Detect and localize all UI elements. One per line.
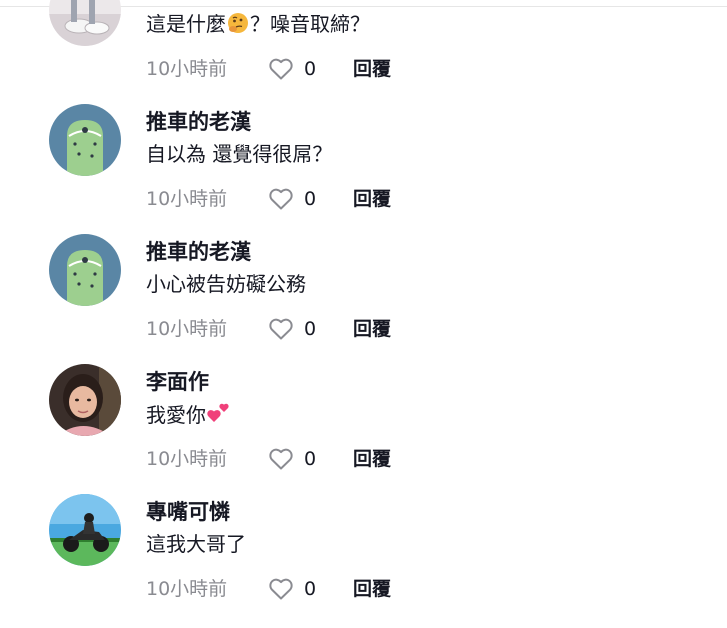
like-count: 0 xyxy=(304,58,317,80)
like-count: 0 xyxy=(304,448,317,470)
shoes-photo-avatar xyxy=(49,0,121,46)
comment-meta: 10小時前 0 回覆 xyxy=(146,186,446,212)
comment-username[interactable]: 專嘴可憐 xyxy=(146,498,230,526)
like-count: 0 xyxy=(304,578,317,600)
reply-button[interactable]: 回覆 xyxy=(353,446,391,472)
comment-item: 這是什麼 ？噪音取締？ 10小時前 0 回覆 xyxy=(0,0,727,108)
like-button[interactable]: 0 xyxy=(268,446,330,472)
comment-meta: 10小時前 0 回覆 xyxy=(146,56,446,82)
comment-item: 推車的老漢 小心被告妨礙公務 10小時前 0 回覆 xyxy=(0,234,727,368)
heart-icon xyxy=(269,448,293,470)
comment-time: 10小時前 xyxy=(146,58,228,80)
comment-time: 10小時前 xyxy=(146,448,228,470)
comment-meta: 10小時前 0 回覆 xyxy=(146,576,446,602)
comment-meta: 10小時前 0 回覆 xyxy=(146,316,446,342)
heart-icon xyxy=(269,578,293,600)
comment-time: 10小時前 xyxy=(146,578,228,600)
comment-text-part: 我愛你 xyxy=(146,403,206,427)
comment-item: 推車的老漢 自以為 還覺得很屌？ 10小時前 0 回覆 xyxy=(0,104,727,238)
comment-text-part: ？噪音取締？ xyxy=(250,12,370,36)
comment-text-part: 這是什麼 xyxy=(146,12,226,36)
comment-time: 10小時前 xyxy=(146,318,228,340)
comment-text: 我愛你 xyxy=(146,400,232,433)
reply-button[interactable]: 回覆 xyxy=(353,316,391,342)
comment-meta: 10小時前 0 回覆 xyxy=(146,446,446,472)
avatar[interactable] xyxy=(49,0,121,46)
like-button[interactable]: 0 xyxy=(268,56,330,82)
green-creature-avatar xyxy=(49,234,121,306)
like-button[interactable]: 0 xyxy=(268,576,330,602)
like-button[interactable]: 0 xyxy=(268,316,330,342)
comment-text: 小心被告妨礙公務 xyxy=(146,272,306,296)
avatar[interactable] xyxy=(49,364,121,436)
like-count: 0 xyxy=(304,318,317,340)
like-count: 0 xyxy=(304,188,317,210)
reply-button[interactable]: 回覆 xyxy=(353,56,391,82)
comment-item: 專嘴可憐 這我大哥了 10小時前 0 回覆 xyxy=(0,494,727,628)
comment-time: 10小時前 xyxy=(146,188,228,210)
heart-icon xyxy=(269,318,293,340)
thinking-face-emoji xyxy=(226,11,250,42)
heart-icon xyxy=(269,188,293,210)
like-button[interactable]: 0 xyxy=(268,186,330,212)
comment-text: 這我大哥了 xyxy=(146,532,246,556)
comment-text: 這是什麼 ？噪音取締？ xyxy=(146,10,370,42)
green-creature-avatar xyxy=(49,104,121,176)
avatar[interactable] xyxy=(49,234,121,306)
comment-username[interactable]: 李面作 xyxy=(146,368,209,396)
comment-username[interactable]: 推車的老漢 xyxy=(146,238,251,266)
two-hearts-emoji xyxy=(206,400,232,433)
avatar[interactable] xyxy=(49,104,121,176)
comment-text: 自以為 還覺得很屌？ xyxy=(146,142,333,166)
motorcycle-photo-avatar xyxy=(49,494,121,566)
reply-button[interactable]: 回覆 xyxy=(353,186,391,212)
person-photo-avatar xyxy=(49,364,121,436)
heart-icon xyxy=(269,58,293,80)
avatar[interactable] xyxy=(49,494,121,566)
reply-button[interactable]: 回覆 xyxy=(353,576,391,602)
comment-item: 李面作 我愛你 10小時前 0 回覆 xyxy=(0,364,727,498)
comment-username[interactable]: 推車的老漢 xyxy=(146,108,251,136)
